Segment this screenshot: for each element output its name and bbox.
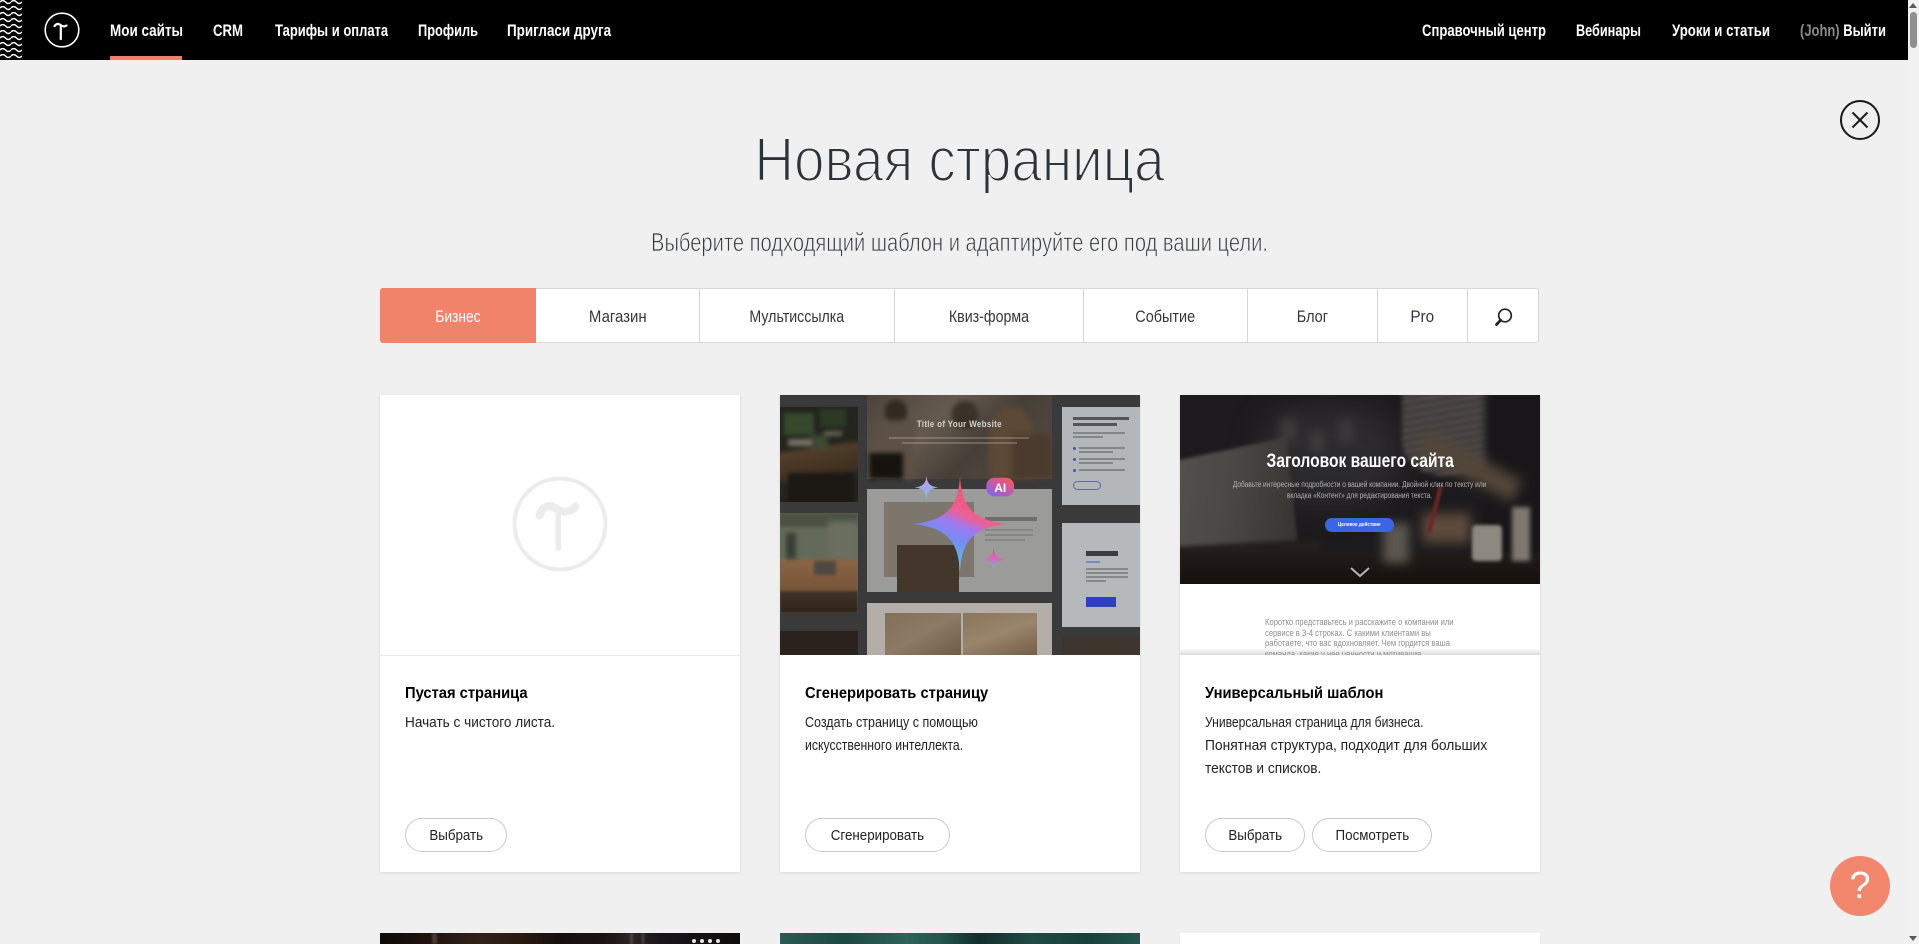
svg-text:AI: AI <box>994 481 1006 495</box>
